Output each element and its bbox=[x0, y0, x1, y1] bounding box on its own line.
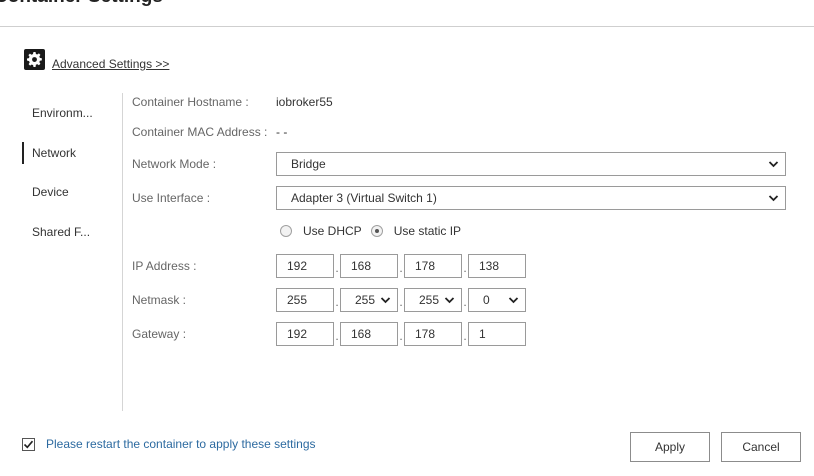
netmask-octet-3-value: 255 bbox=[419, 293, 440, 307]
hostname-label: Container Hostname : bbox=[132, 95, 249, 109]
netmask-octet-3-select[interactable]: 255 bbox=[404, 288, 462, 312]
use-static-ip-radio[interactable] bbox=[370, 225, 383, 237]
ip-mode-radio-group: Use DHCP Use static IP bbox=[280, 224, 470, 238]
netmask-separator: . bbox=[399, 295, 403, 309]
use-interface-value: Adapter 3 (Virtual Switch 1) bbox=[291, 191, 437, 205]
sidebar-item-environment[interactable]: Environm... bbox=[22, 102, 118, 124]
use-interface-select[interactable]: Adapter 3 (Virtual Switch 1) bbox=[276, 186, 786, 210]
network-mode-value: Bridge bbox=[291, 157, 326, 171]
hostname-value: iobroker55 bbox=[276, 95, 333, 109]
mac-address-value: - - bbox=[276, 125, 288, 139]
sidebar-divider bbox=[122, 93, 123, 411]
netmask-octet-1-input[interactable]: 255 bbox=[276, 288, 334, 312]
chevron-down-icon bbox=[768, 189, 779, 214]
gateway-octet-4-input[interactable]: 1 bbox=[468, 322, 526, 346]
title-divider bbox=[0, 26, 814, 27]
chevron-down-icon bbox=[768, 155, 779, 180]
restart-checkbox[interactable] bbox=[22, 438, 35, 451]
chevron-down-icon bbox=[380, 291, 391, 316]
network-mode-label: Network Mode : bbox=[132, 157, 217, 171]
netmask-separator: . bbox=[335, 295, 339, 309]
advanced-settings-link[interactable]: Advanced Settings >> bbox=[52, 58, 169, 70]
ip-separator: . bbox=[335, 261, 339, 275]
dialog-title: Container Settings bbox=[0, 0, 163, 8]
netmask-label: Netmask : bbox=[132, 293, 187, 307]
gateway-separator: . bbox=[399, 329, 403, 343]
chevron-down-icon bbox=[444, 291, 455, 316]
ip-octet-2-input[interactable]: 168 bbox=[340, 254, 398, 278]
netmask-octet-4-value: 0 bbox=[483, 293, 490, 307]
gateway-octet-2-input[interactable]: 168 bbox=[340, 322, 398, 346]
ip-separator: . bbox=[463, 261, 467, 275]
use-static-ip-label[interactable]: Use static IP bbox=[394, 224, 461, 238]
checkmark-icon bbox=[23, 440, 34, 449]
mac-address-label: Container MAC Address : bbox=[132, 125, 268, 139]
network-mode-select[interactable]: Bridge bbox=[276, 152, 786, 176]
sidebar-item-device[interactable]: Device bbox=[22, 181, 118, 203]
gateway-label: Gateway : bbox=[132, 327, 187, 341]
restart-message[interactable]: Please restart the container to apply th… bbox=[46, 437, 316, 451]
gear-icon[interactable] bbox=[24, 49, 45, 70]
gateway-separator: . bbox=[335, 329, 339, 343]
netmask-octet-2-value: 255 bbox=[355, 293, 376, 307]
netmask-octet-4-select[interactable]: 0 bbox=[468, 288, 526, 312]
gateway-octet-1-input[interactable]: 192 bbox=[276, 322, 334, 346]
cancel-button[interactable]: Cancel bbox=[721, 432, 801, 462]
gateway-octet-3-input[interactable]: 178 bbox=[404, 322, 462, 346]
netmask-separator: . bbox=[463, 295, 467, 309]
ip-octet-1-input[interactable]: 192 bbox=[276, 254, 334, 278]
ip-octet-3-input[interactable]: 178 bbox=[404, 254, 462, 278]
ip-octet-4-input[interactable]: 138 bbox=[468, 254, 526, 278]
apply-button[interactable]: Apply bbox=[630, 432, 710, 462]
ip-address-label: IP Address : bbox=[132, 259, 197, 273]
ip-separator: . bbox=[399, 261, 403, 275]
advanced-settings[interactable]: Advanced Settings >> bbox=[24, 49, 169, 70]
sidebar-item-network[interactable]: Network bbox=[22, 142, 118, 164]
netmask-octet-2-select[interactable]: 255 bbox=[340, 288, 398, 312]
use-dhcp-radio[interactable] bbox=[280, 225, 292, 237]
gateway-separator: . bbox=[463, 329, 467, 343]
use-interface-label: Use Interface : bbox=[132, 191, 211, 205]
use-dhcp-label[interactable]: Use DHCP bbox=[303, 224, 362, 238]
chevron-down-icon bbox=[508, 291, 519, 316]
sidebar-item-shared-folders[interactable]: Shared F... bbox=[22, 221, 118, 243]
